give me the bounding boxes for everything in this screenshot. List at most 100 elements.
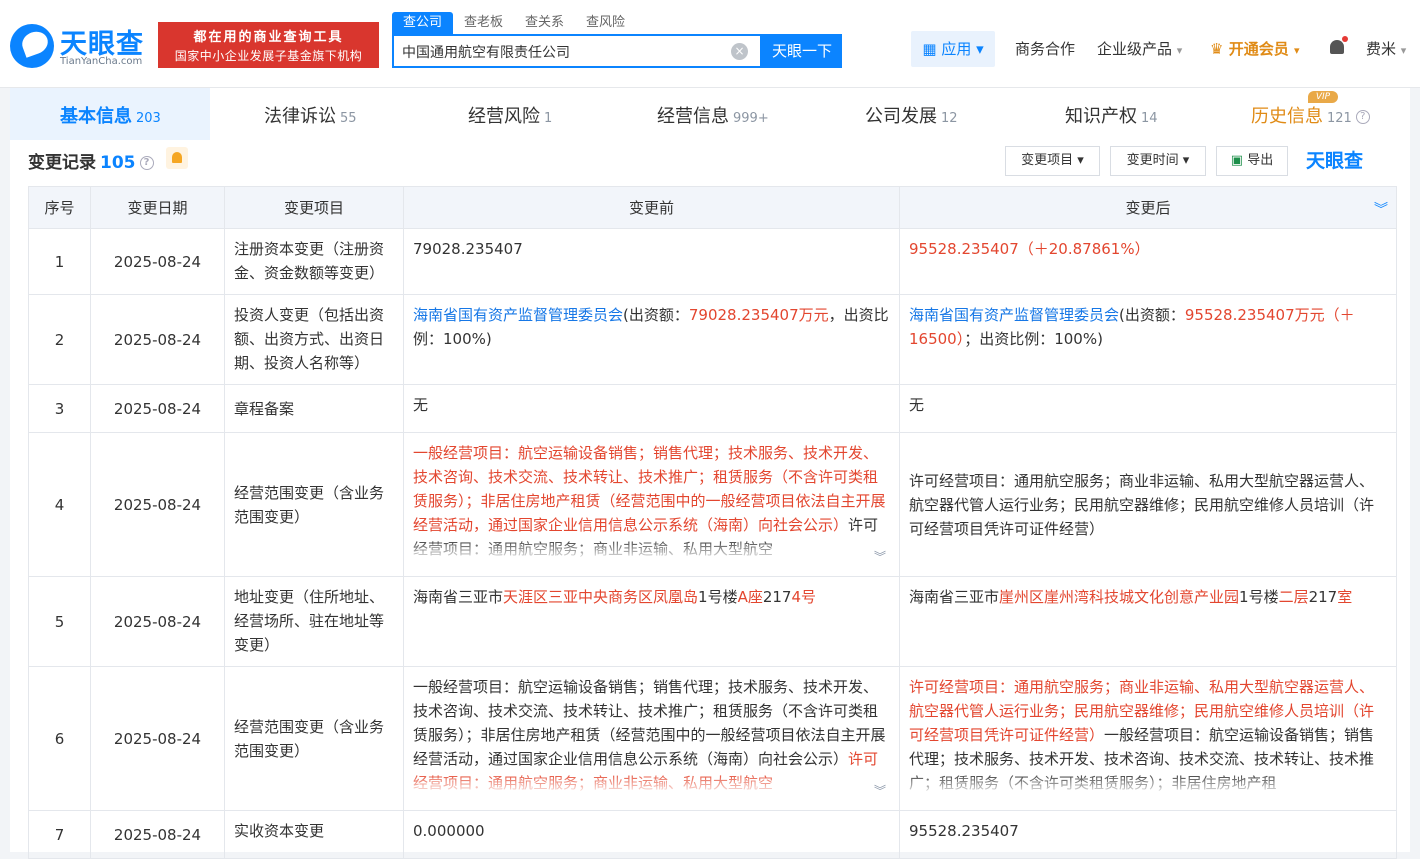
cell-date: 2025-08-24 [90,228,225,295]
change-records-panel: 变更记录 105? 变更项目 ▾ 变更时间 ▾ ▣ 导出 天眼查 序号 变更日期 … [10,140,1410,859]
cell-after: 无 [899,384,1397,433]
notification-bell-icon[interactable] [1328,36,1348,58]
tab-operations[interactable]: 经营信息 999+ [657,102,769,128]
help-icon[interactable]: ? [139,156,154,170]
header-date: 变更日期 [90,186,225,229]
chevron-down-icon: ▾ [1176,44,1183,57]
excel-icon: ▣ [1230,153,1244,168]
section-title: 变更记录 105? [28,148,154,173]
tab-label: 法律诉讼 [264,106,336,127]
header-before: 变更前 [403,186,900,229]
export-label: 导出 [1247,153,1274,168]
tab-count: 121 [1327,111,1352,126]
table-row: 3 2025-08-24 章程备案 无 无 [28,384,1397,433]
header-after: 变更后 ︾ [899,186,1397,229]
clear-icon[interactable]: × [731,43,748,60]
tab-label: 知识产权 [1065,106,1137,127]
table-row: 7 2025-08-24 实收资本变更 0.000000 95528.23540… [28,810,1397,859]
cell-after: 许可经营项目：通用航空服务；商业非运输、私用大型航空器运营人、航空器代管人运行业… [899,666,1397,811]
logo-subtitle: TianYanCha.com [60,56,143,67]
nav-enterprise-label: 企业级产品 [1097,40,1173,58]
cell-text-changed: 室 [1337,588,1353,606]
search-input[interactable]: 中国通用航空有限责任公司 × [392,34,762,68]
cell-item: 地址变更（住所地址、经营场所、驻在地址等变更） [224,576,404,667]
slogan-banner: 都在用的商业查询工具 国家中小企业发展子基金旗下机构 [158,22,379,68]
table-row: 2 2025-08-24 投资人变更（包括出资额、出资方式、出资日期、投资人名称… [28,294,1397,385]
collapse-all-icon[interactable]: ︾ [1374,199,1388,219]
search-tab-risk[interactable]: 查风险 [575,12,636,34]
cell-date: 2025-08-24 [90,576,225,667]
cell-before: 一般经营项目：航空运输设备销售；销售代理；技术服务、技术开发、技术咨询、技术交流… [403,666,900,811]
user-menu[interactable]: 费米 ▾ [1366,38,1406,59]
cell-text: 1号楼 [698,588,738,606]
cell-text-changed: 一般经营项目：航空运输设备销售；销售代理；技术服务、技术开发、技术咨询、技术交流… [413,444,886,534]
cell-text-changed: 崖州区崖州湾科技城文化创意产业园 [999,588,1240,606]
filter-change-item-button[interactable]: 变更项目 ▾ [1005,146,1100,176]
tianyancha-logo[interactable]: 天眼查 TianYanCha.com [10,22,150,68]
tab-risk[interactable]: 经营风险 1 [468,102,552,128]
tab-basic-info[interactable]: 基本信息 203 [60,102,161,128]
investor-link[interactable]: 海南省国有资产监督管理委员会 [909,306,1119,324]
change-records-table: 序号 变更日期 变更项目 变更前 变更后 ︾ 1 2025-08-24 注册资本变… [28,186,1397,859]
export-button[interactable]: ▣ 导出 [1216,146,1288,176]
cell-text: 217 [1308,588,1338,606]
cell-date: 2025-08-24 [90,810,225,859]
subscribe-bell-icon[interactable] [166,147,188,169]
cell-amount: 79028.235407万元 [688,306,829,324]
tab-development[interactable]: 公司发展 12 [865,102,958,128]
search-tab-boss[interactable]: 查老板 [453,12,514,34]
cell-text-changed: 4号 [791,588,817,606]
cell-no: 1 [28,228,91,295]
tab-label: 历史信息 [1251,106,1323,127]
cell-date: 2025-08-24 [90,432,225,577]
table-row: 1 2025-08-24 注册资本变更（注册资金、资金数额等变更） 79028.… [28,228,1397,295]
header-after-label: 变更后 [1125,199,1171,217]
search-button[interactable]: 天眼一下 [762,34,842,68]
cell-date: 2025-08-24 [90,666,225,811]
cell-no: 7 [28,810,91,859]
cell-no: 3 [28,384,91,433]
cell-text: 一般经营项目：航空运输设备销售；销售代理；技术服务、技术开发、技术咨询、技术交流… [413,678,886,768]
nav-enterprise[interactable]: 企业级产品 ▾ [1097,38,1182,59]
search-tab-company[interactable]: 查公司 [392,12,454,34]
nav-vip-label: 开通会员 [1228,40,1289,58]
cell-before: 海南省三亚市天涯区三亚中央商务区凤凰岛1号楼A座2174号 [403,576,900,667]
cell-after: 许可经营项目：通用航空服务；商业非运输、私用大型航空器运营人、航空器代管人运行业… [899,432,1397,577]
expand-icon[interactable]: ︾ [874,779,886,803]
cell-text: (出资额： [1119,306,1185,324]
filter-change-time-button[interactable]: 变更时间 ▾ [1110,146,1206,176]
nav-vip[interactable]: ♛ 开通会员 ▾ [1210,38,1299,59]
cell-after: 95528.235407 [899,810,1397,859]
search-tab-relation[interactable]: 查关系 [514,12,575,34]
table-row: 4 2025-08-24 经营范围变更（含业务范围变更） 一般经营项目：航空运输… [28,432,1397,577]
cell-before: 无 [403,384,900,433]
apps-button[interactable]: ▦ 应用 ▾ [911,31,995,67]
cell-item: 章程备案 [224,384,404,433]
slogan-line-2: 国家中小企业发展子基金旗下机构 [174,49,363,63]
cell-no: 4 [28,432,91,577]
top-header: 天眼查 TianYanCha.com 都在用的商业查询工具 国家中小企业发展子基… [0,0,1420,88]
search-input-value[interactable]: 中国通用航空有限责任公司 [402,42,570,62]
tab-history[interactable]: 历史信息 121? [1251,102,1370,128]
nav-business[interactable]: 商务合作 [1015,38,1075,59]
tab-count: 999+ [733,111,769,126]
section-count: 105 [100,153,136,173]
tab-count: 12 [941,111,958,126]
user-name: 费米 [1366,40,1397,58]
filter-time-label: 变更时间 [1126,153,1179,168]
tab-ip[interactable]: 知识产权 14 [1065,102,1158,128]
cell-item: 投资人变更（包括出资额、出资方式、出资日期、投资人名称等） [224,294,404,385]
cell-no: 2 [28,294,91,385]
cell-after: 95528.235407（＋20.87861%） [899,228,1397,295]
tab-legal[interactable]: 法律诉讼 55 [264,102,357,128]
cell-text: (出资额： [623,306,689,324]
help-icon[interactable]: ? [1355,110,1370,124]
section-title-text: 变更记录 [28,153,96,173]
vip-badge: VIP [1308,91,1338,103]
cell-date: 2025-08-24 [90,294,225,385]
investor-link[interactable]: 海南省国有资产监督管理委员会 [413,306,623,324]
cell-text-changed: 二层 [1278,588,1309,606]
cell-no: 6 [28,666,91,811]
table-header-row: 序号 变更日期 变更项目 变更前 变更后 ︾ [28,186,1397,229]
expand-icon[interactable]: ︾ [874,545,886,569]
